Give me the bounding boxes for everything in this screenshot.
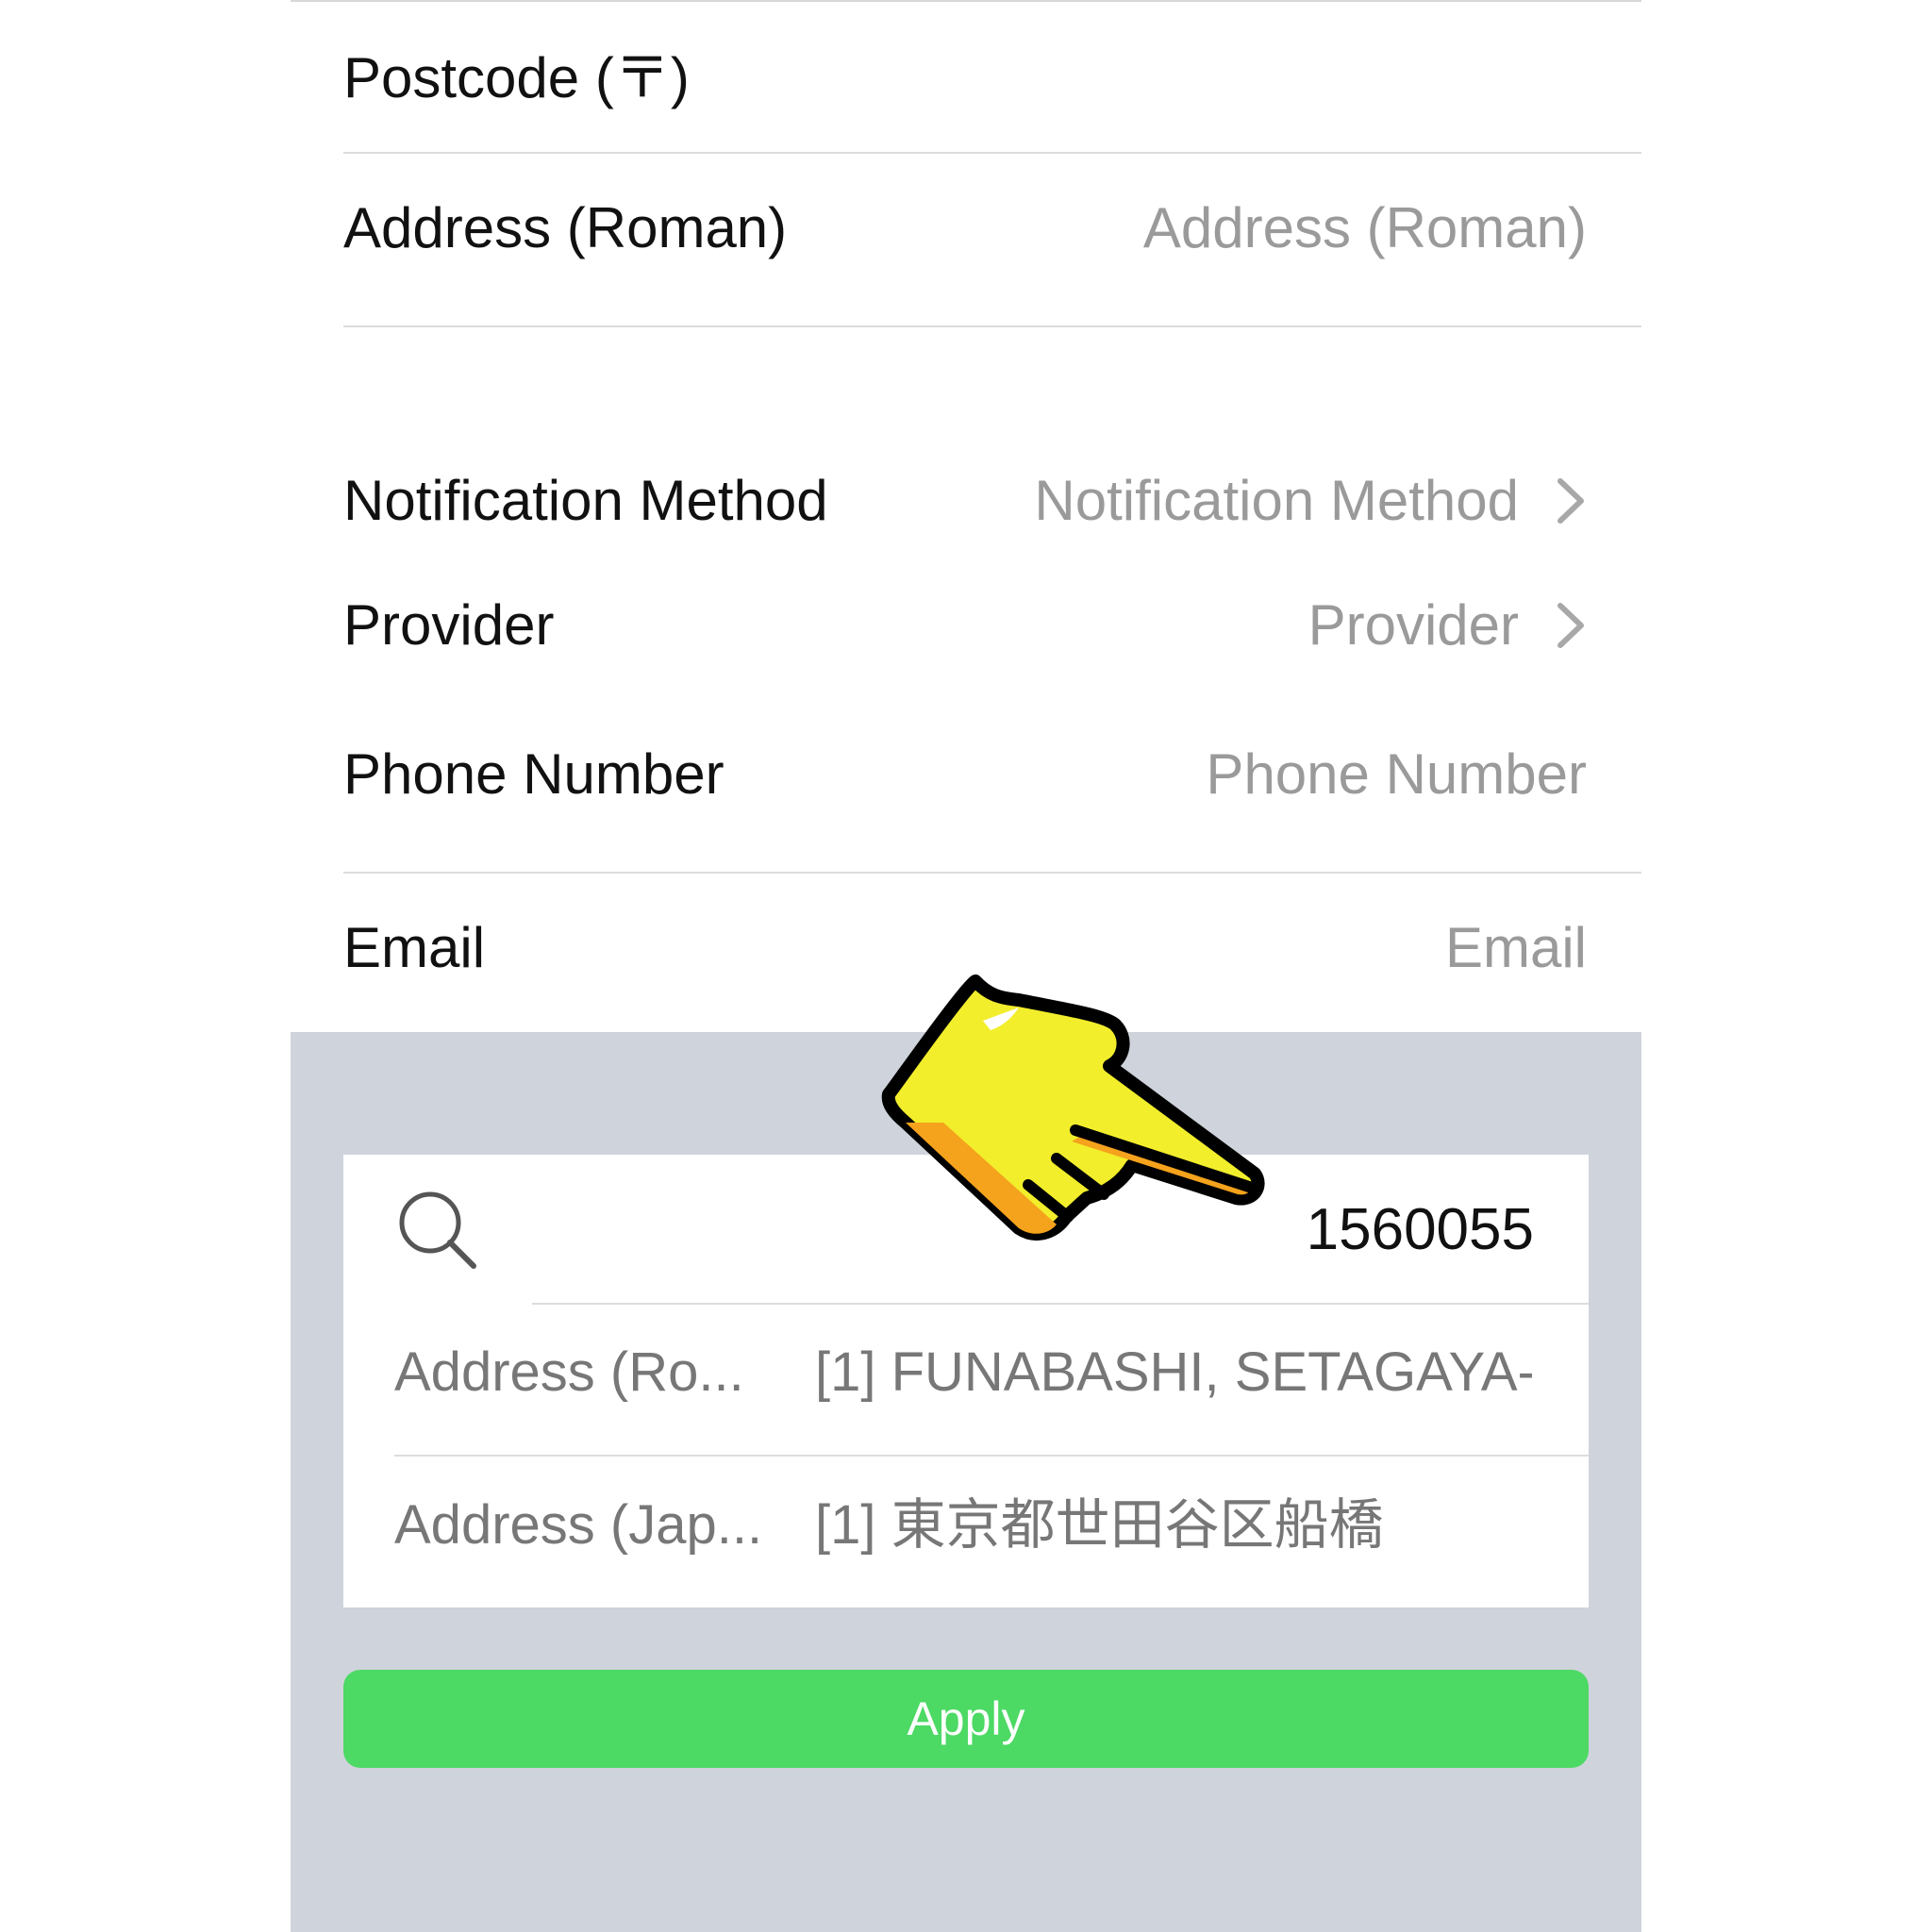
result-label: Address (Jap... (394, 1494, 763, 1556)
email-input[interactable]: Email (1445, 915, 1587, 981)
chevron-right-icon[interactable] (1555, 477, 1587, 525)
phone-number-label: Phone Number (343, 742, 724, 806)
divider (394, 1455, 1589, 1457)
phone-number-input[interactable]: Phone Number (1206, 741, 1587, 808)
notification-method-value[interactable]: Notification Method (1034, 468, 1519, 534)
result-label: Address (Ro... (394, 1341, 744, 1403)
phone-number-row[interactable]: Phone Number Phone Number (343, 741, 1641, 808)
notification-method-label: Notification Method (343, 469, 828, 532)
divider (532, 1303, 1589, 1305)
top-divider (291, 0, 1641, 2)
address-roman-input[interactable]: Address (Roman) (1143, 195, 1587, 261)
notification-method-row[interactable]: Notification Method Notification Method (343, 468, 1641, 534)
postcode-search-input[interactable]: 1560055 (1307, 1192, 1534, 1268)
email-label: Email (343, 916, 486, 979)
address-roman-label: Address (Roman) (343, 196, 788, 259)
provider-row[interactable]: Provider Provider (343, 592, 1641, 658)
provider-value[interactable]: Provider (1308, 592, 1519, 658)
search-icon (399, 1191, 476, 1269)
postcode-label: Postcode (〒) (343, 46, 690, 109)
address-form-screen: Postcode (〒) Address (Roman) Address (Ro… (291, 0, 1641, 1932)
result-value: [1] 東京都世田谷区船橋 (815, 1494, 1384, 1556)
pointing-hand-icon (881, 974, 1265, 1241)
chevron-right-icon[interactable] (1555, 602, 1587, 649)
divider (343, 325, 1641, 327)
postcode-row[interactable]: Postcode (〒) (343, 45, 1641, 111)
result-value: [1] FUNABASHI, SETAGAYA-KU, TOKYO (815, 1341, 1532, 1403)
provider-label: Provider (343, 593, 555, 657)
divider (343, 872, 1641, 874)
address-roman-row[interactable]: Address (Roman) Address (Roman) (343, 195, 1641, 261)
divider (343, 152, 1641, 154)
apply-button[interactable]: Apply (343, 1670, 1589, 1768)
